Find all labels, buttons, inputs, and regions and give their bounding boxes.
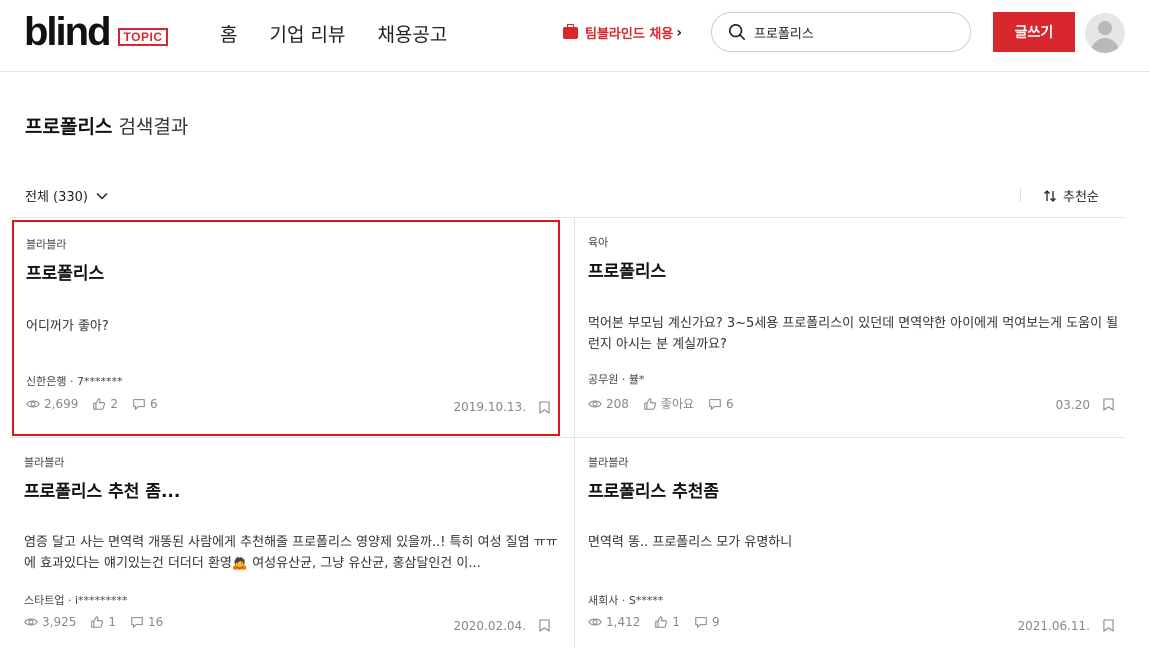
comment-count: 9 [694,615,720,629]
view-count: 1,412 [588,615,640,629]
post-author: 신한은행 · 7******* [26,375,123,388]
post-stats: 1,412 1 9 [588,615,720,629]
logo-wordmark: blind [24,10,112,54]
view-count-value: 2,699 [44,397,79,411]
chevron-down-icon [96,192,108,200]
post-excerpt[interactable]: 염증 달고 사는 면역력 개똥된 사람에게 추천해줄 프로폴리스 영양제 있을까… [24,532,560,574]
like-count[interactable]: 2 [92,397,118,411]
search-result-title: 프로폴리스 검색결과 [25,112,188,139]
bookmark-icon[interactable] [539,619,550,632]
search-result-suffix: 검색결과 [112,116,189,138]
post-excerpt[interactable]: 면역력 똥.. 프로폴리스 모가 유명하니 [588,532,1116,553]
bookmark-icon[interactable] [1103,619,1114,632]
post-author: 새회사 · S***** [588,594,664,607]
like-count-value: 좋아요 [660,397,695,411]
like-count-value: 1 [108,615,116,629]
view-count: 2,699 [26,397,78,411]
post-author: 스타트업 · i********* [24,594,128,607]
like-count[interactable]: 1 [654,615,680,629]
comment-count-value: 9 [712,615,720,629]
filter-label: 전체 (330) [25,190,89,205]
eye-icon [588,400,602,407]
blind-topic-logo[interactable]: blind TOPIC [24,10,169,54]
post-category[interactable]: 육아 [588,234,608,250]
post-excerpt[interactable]: 어디꺼가 좋아? [26,316,562,337]
thumbs-up-icon [93,398,106,410]
thumbs-up-icon [91,616,104,628]
eye-icon [588,618,602,626]
nav-company-review[interactable]: 기업 리뷰 [269,22,345,48]
view-count-value: 3,925 [42,615,77,629]
like-count-value: 2 [110,397,118,411]
sort-icon [1044,189,1056,202]
comment-count: 6 [708,395,734,412]
comment-count-value: 16 [148,615,164,629]
like-count[interactable]: 1 [90,615,116,629]
post-stats: 2,699 2 6 [26,397,158,411]
post-stats: 208 좋아요 6 [588,395,734,412]
view-count-value: 208 [606,396,629,411]
sort-label: 추천순 [1063,190,1099,205]
search-icon[interactable] [728,23,746,41]
post-date: 2020.02.04. [453,619,526,633]
write-post-button[interactable]: 글쓰기 [993,12,1075,52]
comment-count: 6 [132,397,158,411]
post-stats: 3,925 1 16 [24,615,163,629]
post-excerpt[interactable]: 먹어본 부모님 계신가요? 3~5세용 프로폴리스이 있던데 면역약한 아이에게… [588,313,1128,355]
top-header: blind TOPIC 홈 기업 리뷰 채용공고 팀블라인드 채용 › 글쓰기 [0,0,1150,72]
comment-icon [709,398,721,410]
post-card[interactable]: 육아 프로폴리스 먹어본 부모님 계신가요? 3~5세용 프로폴리스이 있던데 … [576,218,1124,434]
teamblind-recruit-link[interactable]: 팀블라인드 채용 › [563,23,682,42]
view-count: 3,925 [24,615,76,629]
post-category[interactable]: 블라블라 [24,454,64,470]
post-title[interactable]: 프로폴리스 추천 좀... [24,477,180,502]
main-nav: 홈 기업 리뷰 채용공고 [220,22,447,48]
comment-icon [133,399,145,410]
eye-icon [26,400,40,408]
post-category[interactable]: 블라블라 [26,236,66,252]
post-date: 03.20 [1055,398,1090,412]
bookmark-icon[interactable] [539,401,550,414]
thumbs-up-icon [644,397,656,410]
avatar-head [1098,21,1112,35]
view-count-value: 1,412 [606,615,641,629]
nav-job-postings[interactable]: 채용공고 [377,22,447,48]
comment-icon [695,617,707,628]
post-category[interactable]: 블라블라 [588,454,628,470]
chevron-right-icon: › [676,24,683,41]
recruit-label: 팀블라인드 채용 [585,27,674,42]
post-title[interactable]: 프로폴리스 [26,259,104,284]
comment-count-value: 6 [726,396,734,411]
user-avatar[interactable] [1085,13,1125,53]
post-title[interactable]: 프로폴리스 추천좀 [588,477,719,502]
eye-icon [24,618,38,626]
like-count-value: 1 [672,615,680,629]
post-card[interactable]: 블라블라 프로폴리스 추천 좀... 염증 달고 사는 면역력 개똥된 사람에게… [12,437,560,648]
like-count[interactable]: 좋아요 [643,395,694,412]
post-title[interactable]: 프로폴리스 [588,257,666,282]
search-bar [711,12,971,52]
post-card[interactable]: 블라블라 프로폴리스 추천좀 면역력 똥.. 프로폴리스 모가 유명하니 새회사… [576,437,1124,648]
avatar-body [1091,38,1119,53]
post-author: 공무원 · 뷸* [588,373,645,386]
bookmark-icon[interactable] [1103,398,1114,411]
nav-home[interactable]: 홈 [220,22,237,48]
thumbs-up-icon [655,616,668,628]
comment-count: 16 [130,615,163,629]
column-divider [574,218,575,648]
post-card[interactable]: 블라블라 프로폴리스 어디꺼가 좋아? 신한은행 · 7******* 2,69… [12,220,560,436]
post-date: 2019.10.13. [453,400,526,414]
filter-dropdown[interactable]: 전체 (330) [25,186,108,205]
view-count: 208 [588,395,629,412]
search-keyword: 프로폴리스 [25,116,113,138]
briefcase-icon [563,23,578,39]
comment-count-value: 6 [150,397,158,411]
sort-divider [1020,188,1021,202]
search-input[interactable] [754,24,954,40]
post-date: 2021.06.11. [1017,619,1090,633]
logo-topic-badge: TOPIC [117,28,169,46]
sort-dropdown[interactable]: 추천순 [1043,186,1099,205]
comment-icon [131,617,143,628]
